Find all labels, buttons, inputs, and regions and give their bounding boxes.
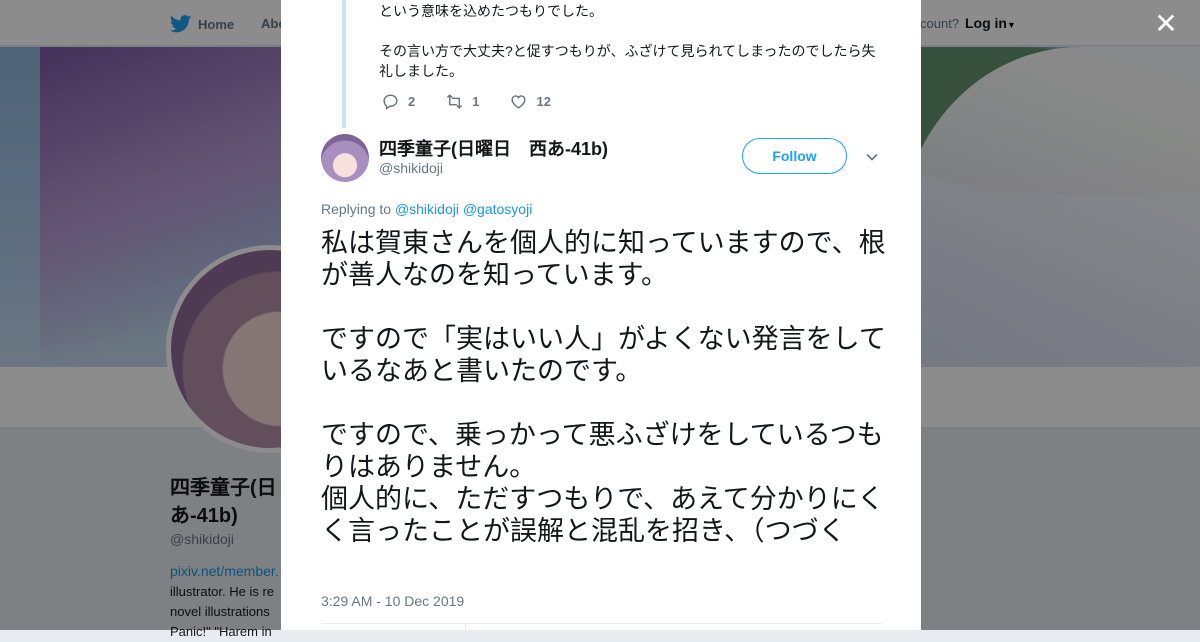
tweet-paragraph: 個人的に、ただすつもりで、あえて分かりにくく言ったことが誤解と混乱を招き、（つづ… [321,484,885,547]
tweet-paragraph: ですので、乗っかって悪ふざけをしているつもりはありません。 [321,420,884,483]
retweet-icon [447,94,463,109]
retweet-count: 1 [472,94,480,109]
previous-tweet-paragraph: その言い方で大丈夫?と促すつもりが、ふざけて見られてしまったのでしたら失礼しまし… [379,43,876,79]
author-name[interactable]: 四季童子(日曜日 西あ-41b) [379,135,608,161]
mention-link[interactable]: @shikidoji [395,201,459,217]
reply-count: 2 [408,94,416,109]
tweet-paragraph: ですので「実はいい人」がよくない発言をしているなあと書いたのです。 [321,324,886,387]
tweet-paragraph: 私は賀東さんを個人的に知っていますので、根が善人なのを知っています。 [321,228,886,291]
tweet-stats-divider [321,623,881,624]
like-button[interactable]: 12 [509,92,551,111]
retweet-button[interactable]: 1 [445,92,479,111]
previous-tweet-paragraph: という意味を込めたつもりでした。 [379,3,603,19]
tweet-stats-separator [465,623,466,630]
replying-to: Replying to @shikidoji @gatosyoji [321,201,532,217]
heart-icon [511,95,527,109]
mention-link[interactable]: @gatosyoji [463,201,532,217]
reply-button[interactable]: 2 [381,92,415,111]
tweet-text: 私は賀東さんを個人的に知っていますので、根が善人なのを知っています。 ですので「… [321,228,886,548]
author-handle[interactable]: @shikidoji [379,160,443,176]
follow-button[interactable]: Follow [742,138,847,174]
like-count: 12 [536,94,551,109]
reply-icon [383,94,398,111]
thread-connector-line [342,0,346,128]
author-avatar[interactable] [321,134,369,182]
tweet-timestamp[interactable]: 3:29 AM - 10 Dec 2019 [321,593,464,609]
replying-to-prefix: Replying to [321,201,395,217]
chevron-down-icon[interactable] [865,150,879,164]
close-icon[interactable]: ✕ [1152,10,1180,38]
previous-tweet-text: という意味を込めたつもりでした。 その言い方で大丈夫?と促すつもりが、ふざけて見… [379,1,889,81]
tweet-modal: という意味を込めたつもりでした。 その言い方で大丈夫?と促すつもりが、ふざけて見… [281,0,921,630]
previous-tweet-actions: 2 1 12 [381,92,581,111]
